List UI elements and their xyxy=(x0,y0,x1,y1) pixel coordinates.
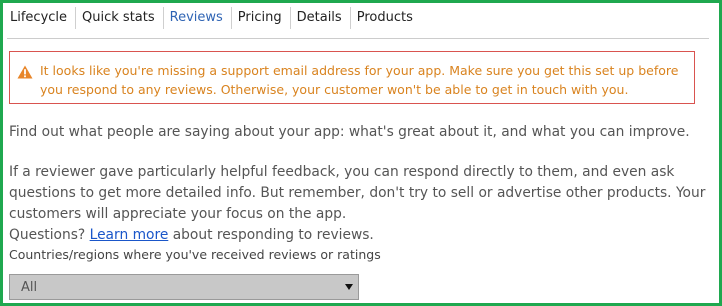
tab-details[interactable]: Details xyxy=(291,7,351,29)
tab-divider xyxy=(7,38,709,39)
tab-reviews[interactable]: Reviews xyxy=(164,7,232,29)
missing-email-alert: It looks like you're missing a support e… xyxy=(9,51,695,104)
questions-suffix: about responding to reviews. xyxy=(172,227,374,243)
tab-products[interactable]: Products xyxy=(351,7,421,29)
feedback-text: If a reviewer gave particularly helpful … xyxy=(9,164,706,222)
questions-line: Questions? Learn more about responding t… xyxy=(9,225,715,246)
questions-prefix: Questions? xyxy=(9,227,86,243)
chevron-down-icon xyxy=(345,284,353,290)
page-frame: Lifecycle Quick stats Reviews Pricing De… xyxy=(0,0,722,306)
countries-dropdown[interactable]: All xyxy=(9,274,359,300)
alert-message: It looks like you're missing a support e… xyxy=(40,63,679,97)
tab-lifecycle[interactable]: Lifecycle xyxy=(6,7,77,29)
intro-text: Find out what people are saying about yo… xyxy=(9,124,690,140)
tab-pricing[interactable]: Pricing xyxy=(232,7,291,29)
tab-quick-stats[interactable]: Quick stats xyxy=(76,7,164,29)
countries-label: Countries/regions where you've received … xyxy=(9,247,381,262)
countries-dropdown-value: All xyxy=(21,280,38,295)
learn-more-link[interactable]: Learn more xyxy=(90,227,169,243)
warning-icon xyxy=(17,65,33,79)
tab-bar: Lifecycle Quick stats Reviews Pricing De… xyxy=(6,7,421,29)
